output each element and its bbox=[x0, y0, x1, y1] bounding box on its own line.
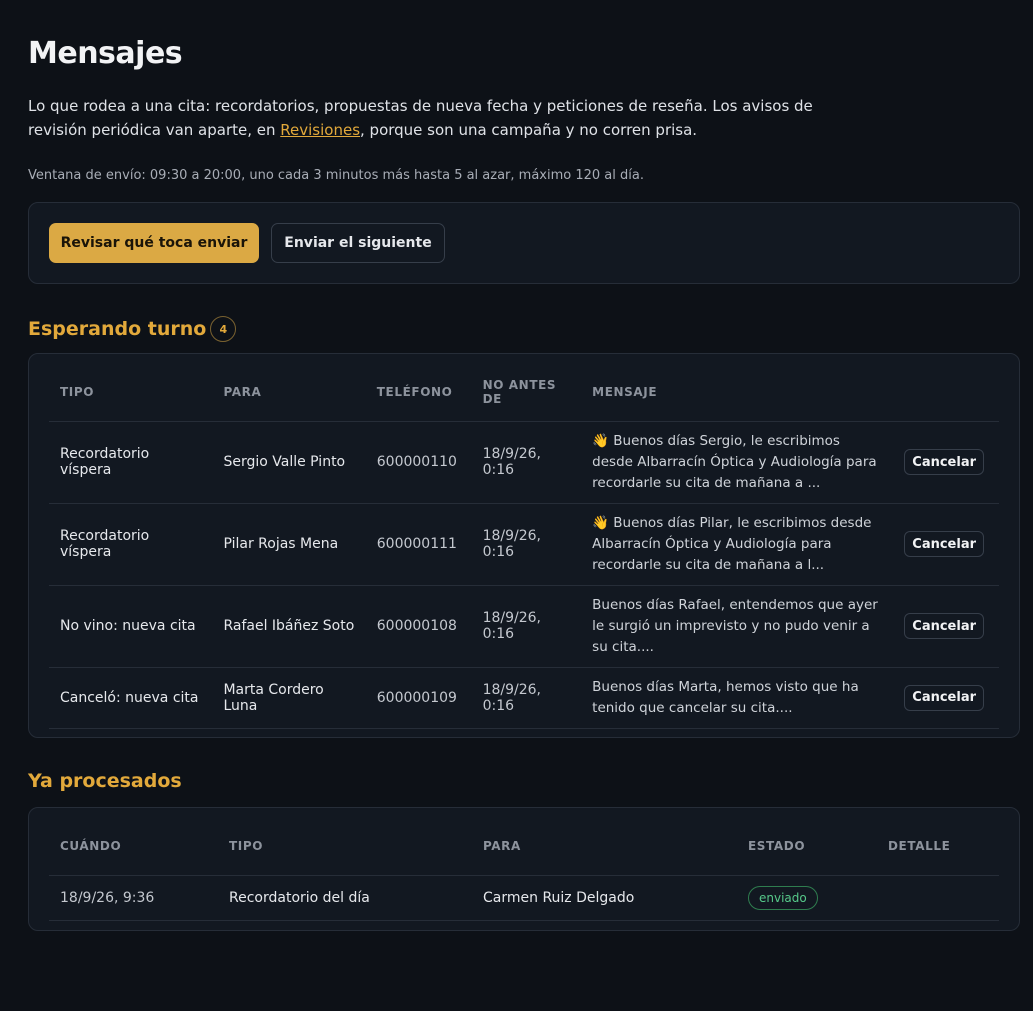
page-title: Mensajes bbox=[28, 36, 183, 71]
table-row: Recordatorio víspera Pilar Rojas Mena 60… bbox=[49, 503, 999, 586]
cancel-button[interactable]: Cancelar bbox=[904, 684, 985, 711]
queue-card: TIPO PARA TELÉFONO NO ANTES DE MENSAJE R… bbox=[28, 353, 1020, 738]
row-recipient: Carmen Ruiz Delgado bbox=[472, 875, 737, 921]
row-phone: 600000111 bbox=[365, 503, 472, 586]
row-type: Canceló: nueva cita bbox=[49, 667, 213, 729]
row-type: Recordatorio víspera bbox=[49, 421, 213, 504]
row-type: Recordatorio víspera bbox=[49, 503, 213, 586]
row-recipient: Pilar Rojas Mena bbox=[212, 503, 366, 586]
queue-header-row: TIPO PARA TELÉFONO NO ANTES DE MENSAJE bbox=[49, 364, 999, 422]
page-intro: Lo que rodea a una cita: recordatorios, … bbox=[28, 94, 848, 142]
actions-card: Revisar qué toca enviar Enviar el siguie… bbox=[28, 202, 1020, 284]
processed-title: Ya procesados bbox=[28, 770, 182, 792]
queue-count-badge: 4 bbox=[210, 316, 237, 342]
row-phone: 600000110 bbox=[365, 421, 472, 504]
column-header: PARA bbox=[472, 818, 737, 876]
column-header: MENSAJE bbox=[581, 364, 894, 422]
column-header: ESTADO bbox=[737, 818, 877, 876]
row-not-before: 18/9/26, 0:16 bbox=[471, 585, 582, 668]
row-not-before: 18/9/26, 0:16 bbox=[471, 503, 582, 586]
processed-section-title: Ya procesados bbox=[28, 770, 182, 792]
send-window-note: Ventana de envío: 09:30 a 20:00, uno cad… bbox=[28, 168, 644, 183]
processed-table: CUÁNDO TIPO PARA ESTADO DETALLE 18/9/26,… bbox=[49, 818, 999, 921]
row-phone: 600000108 bbox=[365, 585, 472, 668]
column-header: TIPO bbox=[49, 364, 213, 422]
queue-table: TIPO PARA TELÉFONO NO ANTES DE MENSAJE R… bbox=[49, 364, 999, 729]
row-phone: 600000109 bbox=[365, 667, 472, 729]
status-badge: enviado bbox=[748, 885, 818, 910]
row-recipient: Marta Cordero Luna bbox=[212, 667, 366, 729]
queue-title: Esperando turno bbox=[28, 318, 207, 340]
cancel-button[interactable]: Cancelar bbox=[904, 613, 985, 639]
table-row: 18/9/26, 9:36 Recordatorio del día Carme… bbox=[49, 875, 999, 921]
row-not-before: 18/9/26, 0:16 bbox=[471, 421, 582, 504]
column-header: CUÁNDO bbox=[49, 818, 218, 876]
send-next-button[interactable]: Enviar el siguiente bbox=[271, 223, 445, 263]
row-message: 👋 Buenos días Pilar, le escribimos desde… bbox=[592, 514, 872, 573]
processed-card: CUÁNDO TIPO PARA ESTADO DETALLE 18/9/26,… bbox=[28, 807, 1020, 931]
row-recipient: Rafael Ibáñez Soto bbox=[212, 585, 366, 668]
row-message: 👋 Buenos días Sergio, le escribimos desd… bbox=[592, 432, 877, 491]
review-send-button[interactable]: Revisar qué toca enviar bbox=[49, 223, 259, 263]
table-row: Recordatorio víspera Sergio Valle Pinto … bbox=[49, 421, 999, 504]
cancel-button[interactable]: Cancelar bbox=[904, 449, 985, 475]
intro-text-end: , porque son una campaña y no corren pri… bbox=[360, 121, 698, 139]
column-header: NO ANTES DE bbox=[471, 364, 582, 422]
revisiones-link[interactable]: Revisiones bbox=[280, 121, 360, 139]
row-detail bbox=[877, 875, 999, 921]
queue-section-title: Esperando turno 4 bbox=[28, 316, 237, 342]
column-header: TIPO bbox=[218, 818, 472, 876]
row-message: Buenos días Rafael, entendemos que ayer … bbox=[592, 596, 878, 655]
row-when: 18/9/26, 9:36 bbox=[49, 875, 218, 921]
row-recipient: Sergio Valle Pinto bbox=[212, 421, 366, 504]
row-type: Recordatorio del día bbox=[218, 875, 472, 921]
processed-header-row: CUÁNDO TIPO PARA ESTADO DETALLE bbox=[49, 818, 999, 876]
row-type: No vino: nueva cita bbox=[49, 585, 213, 668]
cancel-button[interactable]: Cancelar bbox=[904, 531, 985, 557]
row-message: Buenos días Marta, hemos visto que ha te… bbox=[592, 678, 859, 716]
table-row: No vino: nueva cita Rafael Ibáñez Soto 6… bbox=[49, 585, 999, 668]
column-header: TELÉFONO bbox=[365, 364, 472, 422]
column-header-actions bbox=[893, 364, 999, 422]
table-row: Canceló: nueva cita Marta Cordero Luna 6… bbox=[49, 667, 999, 729]
column-header: DETALLE bbox=[877, 818, 999, 876]
column-header: PARA bbox=[212, 364, 366, 422]
row-not-before: 18/9/26, 0:16 bbox=[471, 667, 582, 729]
